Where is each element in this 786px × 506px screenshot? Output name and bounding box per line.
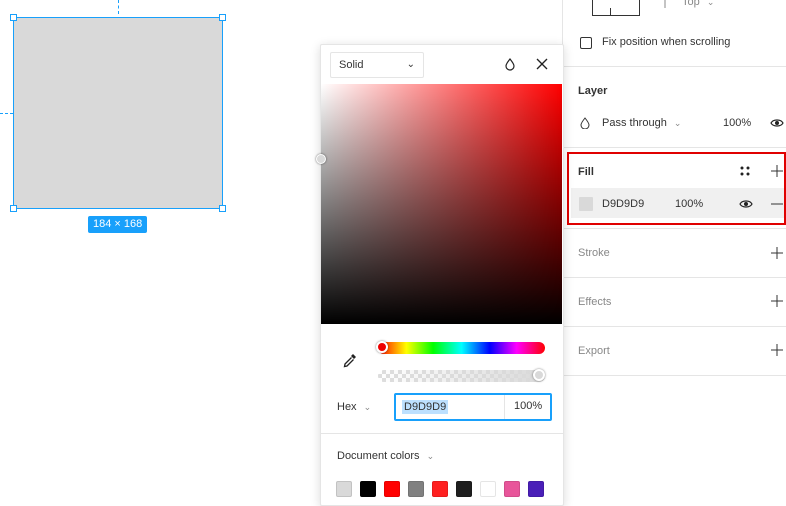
hex-input[interactable]: D9D9D9 [402, 400, 449, 414]
paint-type-select[interactable]: Solid ⌄ [330, 52, 424, 78]
document-color-swatch[interactable] [360, 481, 376, 497]
document-colors-select[interactable]: Document colors ⌄ [337, 450, 434, 462]
resize-handle-bottom-right[interactable] [219, 205, 226, 212]
effects-section-title: Effects [578, 296, 612, 308]
document-color-swatch[interactable] [528, 481, 544, 497]
divider [563, 277, 786, 278]
eyedropper-icon[interactable] [342, 352, 358, 368]
opacity-input[interactable]: 100% [514, 400, 542, 412]
chevron-down-icon: ⌄ [406, 59, 415, 70]
document-color-swatch[interactable] [432, 481, 448, 497]
blend-mode-select[interactable]: Pass through ⌄ [602, 117, 681, 129]
color-picker-popover: Solid ⌄ Hex ⌄ D9D9D9 100% Document color… [316, 44, 564, 506]
document-color-swatch[interactable] [336, 481, 352, 497]
document-color-swatch[interactable] [504, 481, 520, 497]
eye-icon[interactable] [770, 118, 784, 128]
hue-slider-knob[interactable] [376, 341, 388, 353]
add-export-plus-icon[interactable] [771, 344, 783, 356]
hex-divider [504, 395, 505, 419]
resize-handle-bottom-left[interactable] [10, 205, 17, 212]
color-mode-value: Hex [337, 401, 357, 413]
selected-rectangle[interactable] [13, 17, 223, 209]
add-stroke-plus-icon[interactable] [771, 247, 783, 259]
vertical-constraint-select[interactable]: Top ⌄ [682, 0, 714, 8]
fill-section-highlight [567, 152, 786, 225]
constraint-bottom-line [610, 8, 611, 15]
stroke-section-title: Stroke [578, 247, 610, 259]
export-section-title: Export [578, 345, 610, 357]
close-icon[interactable] [535, 57, 549, 71]
chevron-down-icon: ⌄ [673, 118, 682, 128]
vertical-constraint-value: Top [682, 0, 700, 8]
layer-section-title: Layer [578, 85, 608, 97]
divider [563, 375, 786, 376]
opacity-slider-knob[interactable] [533, 369, 545, 381]
properties-panel: Top ⌄ Fix position when scrolling Layer … [562, 0, 786, 498]
document-color-swatch[interactable] [456, 481, 472, 497]
divider [321, 433, 563, 434]
document-color-swatch[interactable] [408, 481, 424, 497]
divider [563, 147, 786, 148]
chevron-down-icon: ⌄ [706, 0, 715, 7]
document-color-swatch[interactable] [384, 481, 400, 497]
color-mode-select[interactable]: Hex ⌄ [337, 401, 371, 413]
chevron-down-icon: ⌄ [363, 402, 372, 412]
paint-type-value: Solid [339, 59, 364, 71]
add-effect-plus-icon[interactable] [771, 295, 783, 307]
divider [563, 66, 786, 67]
saturation-value-knob[interactable] [316, 154, 326, 164]
chevron-down-icon: ⌄ [426, 451, 435, 461]
size-badge: 184 × 168 [88, 216, 148, 233]
opacity-slider[interactable] [378, 369, 545, 382]
blend-mode-value: Pass through [602, 117, 667, 129]
resize-handle-top-left[interactable] [10, 14, 17, 21]
document-color-swatch[interactable] [480, 481, 496, 497]
hue-slider[interactable] [376, 341, 545, 354]
divider [563, 228, 786, 229]
fix-position-checkbox[interactable] [580, 37, 592, 49]
canvas-guide-vertical [118, 0, 119, 14]
resize-handle-top-right[interactable] [219, 14, 226, 21]
saturation-value-area[interactable] [316, 84, 562, 324]
blend-drop-icon[interactable] [503, 57, 517, 71]
document-colors-label: Document colors [337, 450, 420, 462]
layer-opacity-input[interactable]: 100% [723, 117, 751, 129]
fix-position-label: Fix position when scrolling [602, 36, 731, 48]
canvas-guide-horizontal [0, 113, 13, 114]
divider [563, 326, 786, 327]
vertical-constraint-icon [664, 0, 666, 8]
constraint-widget[interactable] [592, 0, 640, 16]
blend-mode-icon [580, 117, 590, 129]
hex-input-group[interactable]: D9D9D9 100% [394, 393, 552, 421]
